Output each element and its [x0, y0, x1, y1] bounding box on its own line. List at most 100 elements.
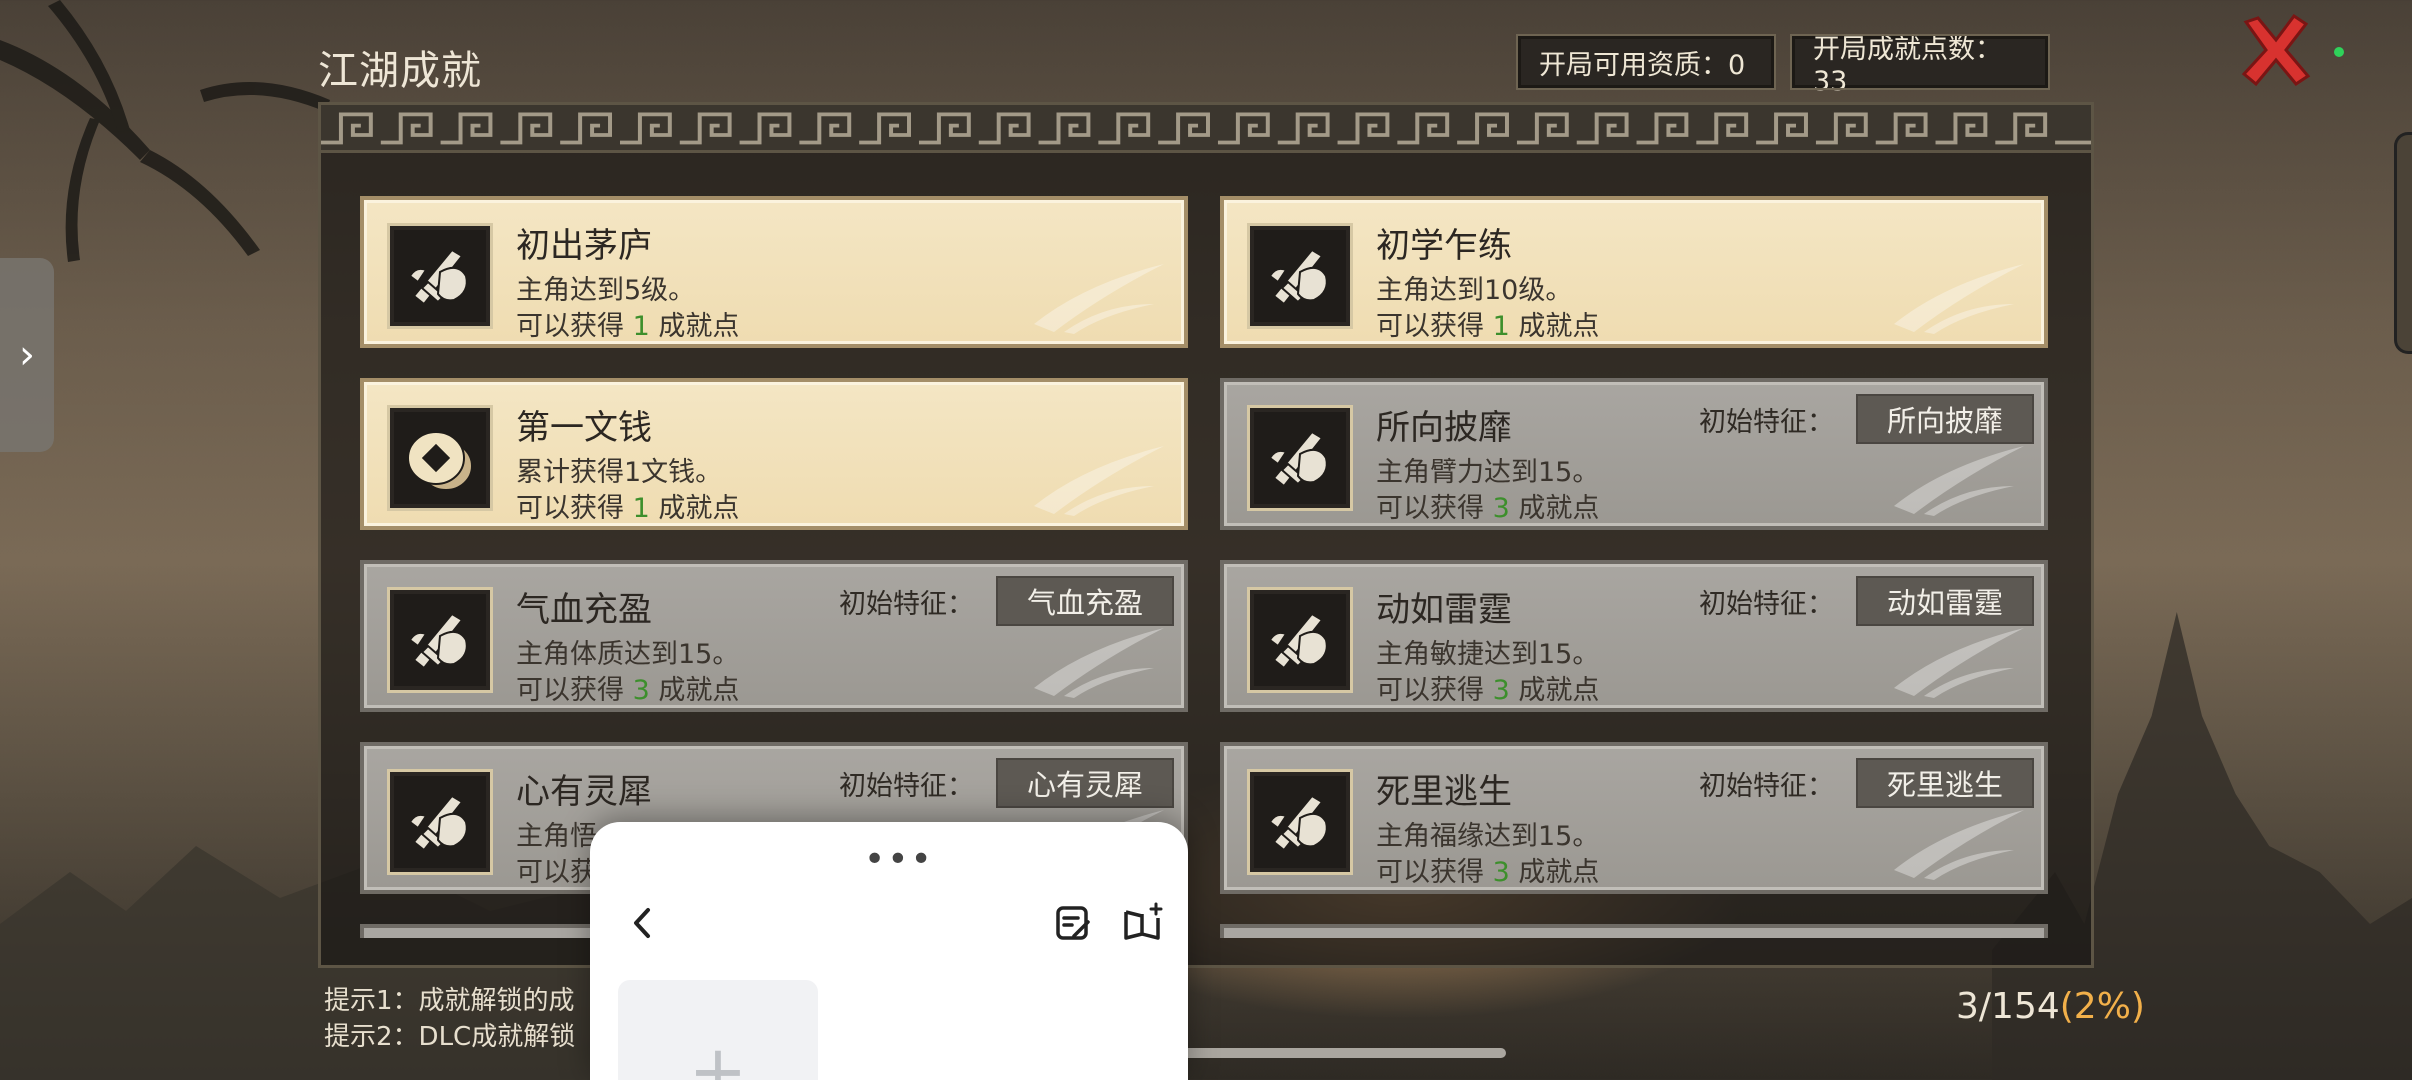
achievement-card[interactable]: 所向披靡 主角臂力达到15。 可以获得 3 成就点 初始特征： 所向披靡: [1220, 378, 2048, 530]
achievement-name: 第一文钱: [516, 408, 652, 448]
more-dots-icon[interactable]: •••: [864, 842, 934, 878]
available-resources-stat: 开局可用资质：0: [1516, 34, 1776, 90]
achievement-reward: 可以获得 1 成就点: [516, 486, 739, 525]
achievement-icon-frame: [1247, 405, 1353, 511]
bamboo-leaf-watermark: [1034, 628, 1164, 698]
reward-points: 3: [632, 675, 650, 706]
reward-points: 3: [1492, 857, 1510, 888]
achievement-icon-frame: [387, 587, 493, 693]
status-dot: [2334, 47, 2344, 57]
reward-prefix: 可以获得: [1376, 493, 1484, 524]
sword-fist-icon: [1268, 612, 1328, 670]
page-title: 江湖成就: [318, 48, 482, 94]
sword-fist-icon: [1268, 248, 1328, 306]
achievement-progress: 3/154(2%): [1956, 986, 2145, 1027]
start-points-stat: 开局成就点数：33: [1790, 34, 2050, 97]
hint-2: 提示2：DLC成就解锁: [324, 1022, 576, 1052]
achievement-description: 主角悟: [516, 821, 597, 852]
reward-prefix: 可以获得: [1376, 857, 1484, 888]
bamboo-leaf-watermark: [1894, 810, 2024, 880]
achievement-reward: 可以获得 3 成就点: [1376, 486, 1599, 525]
sword-fist-icon: [408, 612, 468, 670]
achievement-icon-frame: [387, 769, 493, 875]
achievement-description: 主角福缘达到15。: [1376, 821, 1600, 852]
reward-suffix: 成就点: [658, 493, 740, 524]
reward-suffix: 成就点: [1518, 493, 1600, 524]
achievement-name: 动如雷霆: [1376, 590, 1512, 630]
achievement-name: 气血充盈: [516, 590, 652, 630]
floating-sheet: ••• +: [590, 822, 1188, 1080]
achievement-description: 主角体质达到15。: [516, 639, 740, 670]
reward-points: 1: [1492, 311, 1510, 342]
achievement-icon-frame: [1247, 769, 1353, 875]
achievement-card[interactable]: 死里逃生 主角福缘达到15。 可以获得 3 成就点 初始特征： 死里逃生: [1220, 742, 2048, 894]
achievement-icon-frame: [387, 405, 493, 511]
side-expand-handle[interactable]: ›: [0, 258, 54, 452]
sword-fist-icon: [1268, 430, 1328, 488]
add-item-button[interactable]: +: [618, 980, 818, 1080]
reward-points: 3: [1492, 493, 1510, 524]
achievement-reward: 可以获得 3 成就点: [1376, 850, 1599, 889]
reward-points: 1: [632, 493, 650, 524]
achievement-card[interactable]: 动如雷霆 主角敏捷达到15。 可以获得 3 成就点 初始特征： 动如雷霆: [1220, 560, 2048, 712]
achievement-reward: 可以获: [516, 850, 597, 889]
reward-points: 3: [1492, 675, 1510, 706]
achievement-card-partial[interactable]: [1220, 924, 2048, 938]
progress-count: 3/154: [1956, 986, 2060, 1027]
close-icon[interactable]: [2236, 10, 2316, 90]
sword-fist-icon: [408, 248, 468, 306]
achievement-name: 心有灵犀: [516, 772, 652, 812]
achievement-description: 累计获得1文钱。: [516, 457, 723, 488]
achievement-description: 主角达到10级。: [1376, 275, 1573, 306]
trait-label: 初始特征：: [839, 589, 974, 620]
back-arrow-icon[interactable]: [618, 898, 668, 948]
trait-label: 初始特征：: [1699, 407, 1834, 438]
achievement-reward: 可以获得 1 成就点: [516, 304, 739, 343]
achievement-reward: 可以获得 3 成就点: [516, 668, 739, 707]
home-indicator[interactable]: [1160, 1048, 1506, 1058]
achievement-card[interactable]: 初出茅庐 主角达到5级。 可以获得 1 成就点: [360, 196, 1188, 348]
greek-key-border: [321, 105, 2091, 153]
achievement-icon-frame: [1247, 223, 1353, 329]
coin-icon: [407, 431, 473, 491]
reward-suffix: 成就点: [1518, 675, 1600, 706]
achievement-name: 初学乍练: [1376, 226, 1512, 266]
achievement-description: 主角达到5级。: [516, 275, 696, 306]
achievement-name: 初出茅庐: [516, 226, 652, 266]
achievement-name: 所向披靡: [1376, 408, 1512, 448]
achievement-description: 主角敏捷达到15。: [1376, 639, 1600, 670]
reward-prefix: 可以获得: [516, 493, 624, 524]
reward-points: 1: [632, 311, 650, 342]
trait-label: 初始特征：: [839, 771, 974, 802]
right-edge-tab[interactable]: [2394, 132, 2412, 354]
bamboo-leaf-watermark: [1034, 446, 1164, 516]
bamboo-leaf-watermark: [1894, 264, 2024, 334]
achievement-reward: 可以获得 1 成就点: [1376, 304, 1599, 343]
achievement-icon-frame: [387, 223, 493, 329]
achievement-icon-frame: [1247, 587, 1353, 693]
achievement-name: 死里逃生: [1376, 772, 1512, 812]
chevron-right-icon: ›: [19, 332, 35, 378]
achievement-description: 主角臂力达到15。: [1376, 457, 1600, 488]
sword-fist-icon: [1268, 794, 1328, 852]
achievement-reward: 可以获得 3 成就点: [1376, 668, 1599, 707]
bamboo-leaf-watermark: [1894, 446, 2024, 516]
hint-1: 提示1：成就解锁的成: [324, 986, 575, 1016]
book-add-icon[interactable]: [1118, 898, 1168, 948]
reward-prefix: 可以获得: [1376, 675, 1484, 706]
bamboo-leaf-watermark: [1034, 264, 1164, 334]
trait-label: 初始特征：: [1699, 589, 1834, 620]
reward-suffix: 成就点: [658, 311, 740, 342]
achievement-card[interactable]: 第一文钱 累计获得1文钱。 可以获得 1 成就点: [360, 378, 1188, 530]
reward-prefix: 可以获得: [516, 675, 624, 706]
trait-label: 初始特征：: [1699, 771, 1834, 802]
reward-suffix: 成就点: [1518, 311, 1600, 342]
bamboo-leaf-watermark: [1894, 628, 2024, 698]
achievement-card[interactable]: 初学乍练 主角达到10级。 可以获得 1 成就点: [1220, 196, 2048, 348]
reward-prefix: 可以获: [516, 857, 597, 888]
note-edit-icon[interactable]: [1048, 898, 1098, 948]
sword-fist-icon: [408, 794, 468, 852]
reward-suffix: 成就点: [658, 675, 740, 706]
achievement-card[interactable]: 气血充盈 主角体质达到15。 可以获得 3 成就点 初始特征： 气血充盈: [360, 560, 1188, 712]
reward-suffix: 成就点: [1518, 857, 1600, 888]
